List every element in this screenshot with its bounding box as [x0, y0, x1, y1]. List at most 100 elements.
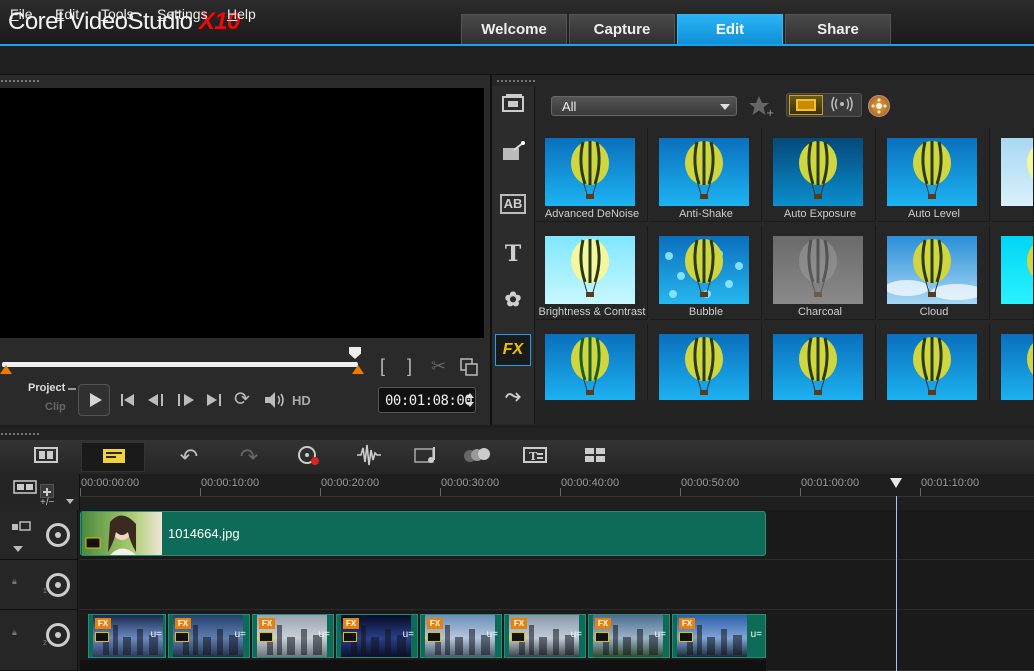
menu-settings[interactable]: Settings — [157, 6, 208, 22]
home-button[interactable] — [118, 390, 138, 415]
overlay-clip[interactable]: FX u= — [588, 614, 670, 658]
effect-preview-image — [545, 138, 635, 206]
star-add-icon: + — [749, 96, 774, 119]
effect-thumbnail[interactable]: Colo — [992, 226, 1034, 320]
effect-thumbnail[interactable]: Anti-Shake — [650, 128, 762, 222]
sound-mixer-button[interactable] — [352, 442, 386, 472]
filter-category-select[interactable]: All — [551, 96, 737, 116]
playhead-handle[interactable] — [890, 478, 902, 488]
playhead-line[interactable] — [896, 496, 897, 671]
title-icon[interactable]: T — [497, 240, 529, 268]
clip-name: 1014664.jpg — [168, 526, 240, 541]
overlay-track-2-lock-icon[interactable]: 🔒︎ — [12, 627, 17, 638]
timeline-grip[interactable] — [0, 432, 40, 436]
effect-thumbnail[interactable]: Auto Exposure — [764, 128, 876, 222]
menu-file[interactable]: File — [10, 6, 33, 22]
show-audio-filters-button[interactable] — [826, 95, 860, 115]
overlay-track-1-lock-icon[interactable]: 🔒︎ — [12, 576, 17, 587]
hd-toggle[interactable]: HD — [292, 393, 311, 408]
scrub-bar[interactable] — [2, 362, 358, 367]
tab-share[interactable]: Share — [785, 14, 891, 44]
instant-project-icon[interactable] — [497, 140, 529, 168]
volume-button[interactable] — [262, 389, 288, 416]
overlay-clip[interactable]: FX u= — [672, 614, 766, 658]
menu-tools[interactable]: Tools — [101, 6, 134, 22]
repeat-button[interactable]: ⟳ — [234, 388, 250, 411]
effect-thumbnail[interactable]: Cloud — [878, 226, 990, 320]
graphic-icon[interactable]: ✿ — [497, 286, 529, 314]
track-manager-button[interactable] — [12, 479, 38, 500]
lock-track-button[interactable] — [10, 519, 32, 538]
transition-indicator-icon: u= — [318, 629, 330, 640]
effect-thumbnail[interactable]: Auto Level — [878, 128, 990, 222]
subtitle-editor-button[interactable]: T — [518, 442, 552, 472]
multi-camera-button[interactable] — [578, 442, 612, 472]
timeline-view-button[interactable] — [81, 442, 145, 472]
get-more-button[interactable] — [868, 95, 890, 117]
overlay-clip[interactable]: FX u= — [252, 614, 334, 658]
end-button[interactable] — [204, 390, 226, 415]
library-grip[interactable] — [496, 79, 536, 83]
media-icon[interactable] — [497, 92, 529, 120]
track-expand-icon[interactable] — [13, 546, 23, 552]
tab-capture[interactable]: Capture — [569, 14, 675, 44]
overlay-clip[interactable]: FX u= — [336, 614, 418, 658]
effect-thumbnail[interactable]: Advanced DeNoise — [536, 128, 648, 222]
overlay-clip[interactable]: FX u= — [420, 614, 502, 658]
mode-project[interactable]: Project — [28, 382, 65, 394]
effect-preview-image — [773, 236, 863, 304]
repeat-icon: ⟳ — [234, 389, 250, 410]
preview-screen[interactable] — [0, 88, 484, 338]
effect-thumbnail[interactable]: Au — [992, 128, 1034, 222]
zoom-dropdown-icon[interactable] — [66, 499, 74, 504]
next-frame-button[interactable] — [174, 390, 198, 415]
ruler-label: 00:00:40:00 — [561, 477, 620, 489]
add-favorite-button[interactable]: + — [748, 94, 776, 123]
hot-air-balloon-icon — [571, 337, 609, 395]
ruler-tick — [320, 488, 321, 496]
ruler-label: 00:00:10:00 — [201, 477, 260, 489]
transition-icon[interactable]: AB — [497, 190, 529, 218]
overlay-track-1[interactable] — [80, 560, 1034, 610]
mode-clip[interactable]: Clip — [45, 401, 66, 413]
effect-thumbnail[interactable]: Charcoal — [764, 226, 876, 320]
tab-welcome[interactable]: Welcome — [461, 14, 567, 44]
trim-start-marker[interactable] — [0, 365, 12, 374]
overlay-clip[interactable]: FX u= — [88, 614, 166, 658]
overlay-track-2-number: 2 — [43, 640, 47, 647]
fx-badge: FX — [427, 618, 443, 629]
menu-help[interactable]: Help — [227, 6, 256, 22]
mark-out-button[interactable]: ] — [407, 356, 412, 377]
panel-grip[interactable] — [0, 79, 40, 83]
split-clip-button[interactable]: ✂ — [431, 356, 446, 377]
redo-button[interactable]: ↷ — [232, 442, 266, 472]
undo-button[interactable]: ↶ — [172, 442, 206, 472]
auto-music-button[interactable] — [410, 442, 444, 472]
add-track-button[interactable] — [40, 484, 54, 498]
chevron-down-icon — [720, 104, 730, 110]
effect-label: Auto Exposure — [783, 208, 857, 220]
storyboard-view-button[interactable] — [29, 442, 63, 472]
menu-help-label: elp — [237, 6, 256, 22]
trim-end-marker[interactable] — [352, 365, 364, 374]
zoom-controls[interactable]: +/− — [40, 497, 54, 508]
overlay-clip[interactable]: FX u= — [504, 614, 586, 658]
menu-edit[interactable]: Edit — [55, 6, 79, 22]
show-video-filters-button[interactable] — [789, 95, 823, 115]
record-capture-button[interactable] — [292, 442, 326, 472]
filter-fx-icon[interactable]: FX — [495, 334, 531, 366]
tab-edit[interactable]: Edit — [677, 14, 783, 44]
transition-indicator-icon: u= — [150, 629, 162, 640]
timecode-field[interactable]: 00:01:08:00 — [378, 387, 476, 413]
motion-tracking-button[interactable] — [460, 442, 494, 472]
enlarge-preview-button[interactable] — [459, 357, 479, 382]
menu-tools-mnemonic: T — [101, 6, 108, 22]
overlay-clip[interactable]: FX u= — [168, 614, 250, 658]
previous-frame-button[interactable] — [146, 390, 170, 415]
path-icon[interactable]: ⤳ — [497, 382, 529, 410]
effect-thumbnail[interactable]: Bubble — [650, 226, 762, 320]
play-button[interactable] — [78, 384, 110, 416]
timecode-spinner[interactable] — [465, 390, 475, 410]
mark-in-button[interactable]: [ — [380, 356, 385, 377]
effect-thumbnail[interactable]: Brightness & Contrast — [536, 226, 648, 320]
